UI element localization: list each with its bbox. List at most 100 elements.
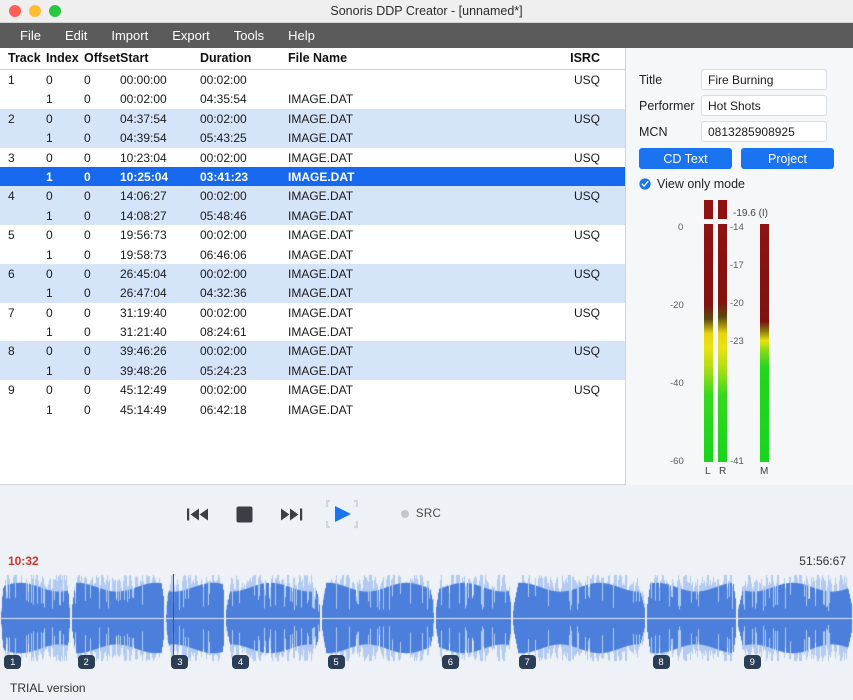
- mcn-input[interactable]: [701, 121, 827, 142]
- offset-cell: 0: [84, 112, 91, 126]
- track-marker[interactable]: 8: [653, 655, 670, 669]
- file-name-cell: IMAGE.DAT: [288, 403, 353, 417]
- application-window: Sonoris DDP Creator - [unnamed*] File Ed…: [0, 0, 853, 700]
- menu-import[interactable]: Import: [99, 25, 160, 46]
- start-cell: 00:02:00: [120, 92, 167, 106]
- table-row[interactable]: 80039:46:2600:02:00IMAGE.DATUSQ: [0, 341, 625, 360]
- column-header-start[interactable]: Start: [120, 51, 148, 65]
- column-header-index[interactable]: Index: [46, 51, 79, 65]
- table-row[interactable]: 1004:39:5405:43:25IMAGE.DAT: [0, 128, 625, 147]
- offset-cell: 0: [84, 403, 91, 417]
- right-channel-label: R: [719, 466, 726, 477]
- isrc-cell: USQ: [574, 151, 600, 165]
- table-row[interactable]: 10000:00:0000:02:00USQ: [0, 70, 625, 89]
- offset-cell: 0: [84, 228, 91, 242]
- rewind-icon: [187, 507, 209, 522]
- track-marker[interactable]: 1: [4, 655, 21, 669]
- isrc-cell: USQ: [574, 383, 600, 397]
- table-row[interactable]: 1039:48:2605:24:23IMAGE.DAT: [0, 361, 625, 380]
- column-header-duration[interactable]: Duration: [200, 51, 251, 65]
- isrc-cell: USQ: [574, 267, 600, 281]
- offset-cell: 0: [84, 344, 91, 358]
- table-row[interactable]: 1031:21:4008:24:61IMAGE.DAT: [0, 322, 625, 341]
- track-marker[interactable]: 2: [78, 655, 95, 669]
- cd-text-button[interactable]: CD Text: [639, 148, 732, 169]
- menu-tools[interactable]: Tools: [222, 25, 276, 46]
- menu-help[interactable]: Help: [276, 25, 327, 46]
- title-input[interactable]: [701, 69, 827, 90]
- table-row[interactable]: 30010:23:0400:02:00IMAGE.DATUSQ: [0, 148, 625, 167]
- metadata-panel: Title Performer MCN CD Text Project View…: [626, 48, 853, 485]
- play-icon: [326, 499, 358, 529]
- index-cell: 0: [46, 267, 53, 281]
- track-marker[interactable]: 6: [442, 655, 459, 669]
- start-cell: 04:39:54: [120, 131, 167, 145]
- table-row[interactable]: 70031:19:4000:02:00IMAGE.DATUSQ: [0, 303, 625, 322]
- index-cell: 1: [46, 286, 53, 300]
- lr-scale-20: -20: [670, 300, 684, 311]
- offset-cell: 0: [84, 92, 91, 106]
- performer-input[interactable]: [701, 95, 827, 116]
- table-row[interactable]: 40014:06:2700:02:00IMAGE.DATUSQ: [0, 186, 625, 205]
- table-row[interactable]: 50019:56:7300:02:00IMAGE.DATUSQ: [0, 225, 625, 244]
- waveform-canvas[interactable]: 1 2 3 4 5 6 7 8 9: [0, 574, 853, 671]
- status-bar: TRIAL version: [0, 675, 853, 700]
- project-button[interactable]: Project: [741, 148, 834, 169]
- index-cell: 0: [46, 73, 53, 87]
- start-cell: 19:56:73: [120, 228, 167, 242]
- track-marker[interactable]: 5: [328, 655, 345, 669]
- track-marker[interactable]: 4: [232, 655, 249, 669]
- table-row[interactable]: 1019:58:7306:46:06IMAGE.DAT: [0, 245, 625, 264]
- table-row[interactable]: 20004:37:5400:02:00IMAGE.DATUSQ: [0, 109, 625, 128]
- index-cell: 1: [46, 403, 53, 417]
- menu-file[interactable]: File: [8, 25, 53, 46]
- track-marker[interactable]: 9: [744, 655, 761, 669]
- duration-cell: 00:02:00: [200, 73, 247, 87]
- column-header-file-name[interactable]: File Name: [288, 51, 347, 65]
- forward-button[interactable]: [279, 501, 305, 527]
- column-header-track[interactable]: Track: [8, 51, 41, 65]
- start-cell: 10:23:04: [120, 151, 167, 165]
- stop-button[interactable]: [232, 501, 258, 527]
- file-name-cell: IMAGE.DAT: [288, 267, 353, 281]
- table-row[interactable]: 1014:08:2705:48:46IMAGE.DAT: [0, 206, 625, 225]
- src-indicator[interactable]: SRC: [401, 508, 441, 520]
- view-only-mode-checkbox[interactable]: View only mode: [639, 177, 745, 191]
- level-meters: -19.6 (I) 0 -20 -40 -60 -14 -17 -20 -23 …: [626, 200, 853, 480]
- waveform-current-time: 10:32: [8, 554, 39, 568]
- track-cell: 3: [8, 151, 15, 165]
- file-name-cell: IMAGE.DAT: [288, 151, 353, 165]
- title-field-label: Title: [639, 73, 701, 87]
- play-button[interactable]: [326, 499, 358, 529]
- isrc-cell: USQ: [574, 189, 600, 203]
- m-scale-14: -14: [730, 222, 744, 233]
- offset-cell: 0: [84, 151, 91, 165]
- left-peak-hold-indicator: [704, 200, 713, 219]
- start-cell: 39:48:26: [120, 364, 167, 378]
- index-cell: 0: [46, 228, 53, 242]
- table-row[interactable]: 1010:25:0403:41:23IMAGE.DAT: [0, 167, 625, 186]
- track-marker[interactable]: 7: [519, 655, 536, 669]
- start-cell: 31:21:40: [120, 325, 167, 339]
- table-row[interactable]: 90045:12:4900:02:00IMAGE.DATUSQ: [0, 380, 625, 399]
- column-header-offset[interactable]: Offset: [84, 51, 120, 65]
- duration-cell: 04:32:36: [200, 286, 247, 300]
- track-marker[interactable]: 3: [171, 655, 188, 669]
- offset-cell: 0: [84, 73, 91, 87]
- index-cell: 0: [46, 383, 53, 397]
- waveform-graphic[interactable]: [0, 574, 853, 671]
- table-row[interactable]: 1000:02:0004:35:54IMAGE.DAT: [0, 89, 625, 108]
- rewind-button[interactable]: [185, 501, 211, 527]
- file-name-cell: IMAGE.DAT: [288, 364, 353, 378]
- menu-export[interactable]: Export: [160, 25, 222, 46]
- right-channel-meter: [718, 224, 727, 462]
- table-row[interactable]: 1045:14:4906:42:18IMAGE.DAT: [0, 400, 625, 419]
- table-row[interactable]: 1026:47:0404:32:36IMAGE.DAT: [0, 283, 625, 302]
- waveform-time-ruler: 10:32 51:56:67: [0, 548, 853, 574]
- menu-edit[interactable]: Edit: [53, 25, 99, 46]
- mcn-field-label: MCN: [639, 125, 701, 139]
- waveform-playhead[interactable]: [173, 574, 174, 663]
- column-header-isrc[interactable]: ISRC: [570, 51, 600, 65]
- duration-cell: 00:02:00: [200, 267, 247, 281]
- table-row[interactable]: 60026:45:0400:02:00IMAGE.DATUSQ: [0, 264, 625, 283]
